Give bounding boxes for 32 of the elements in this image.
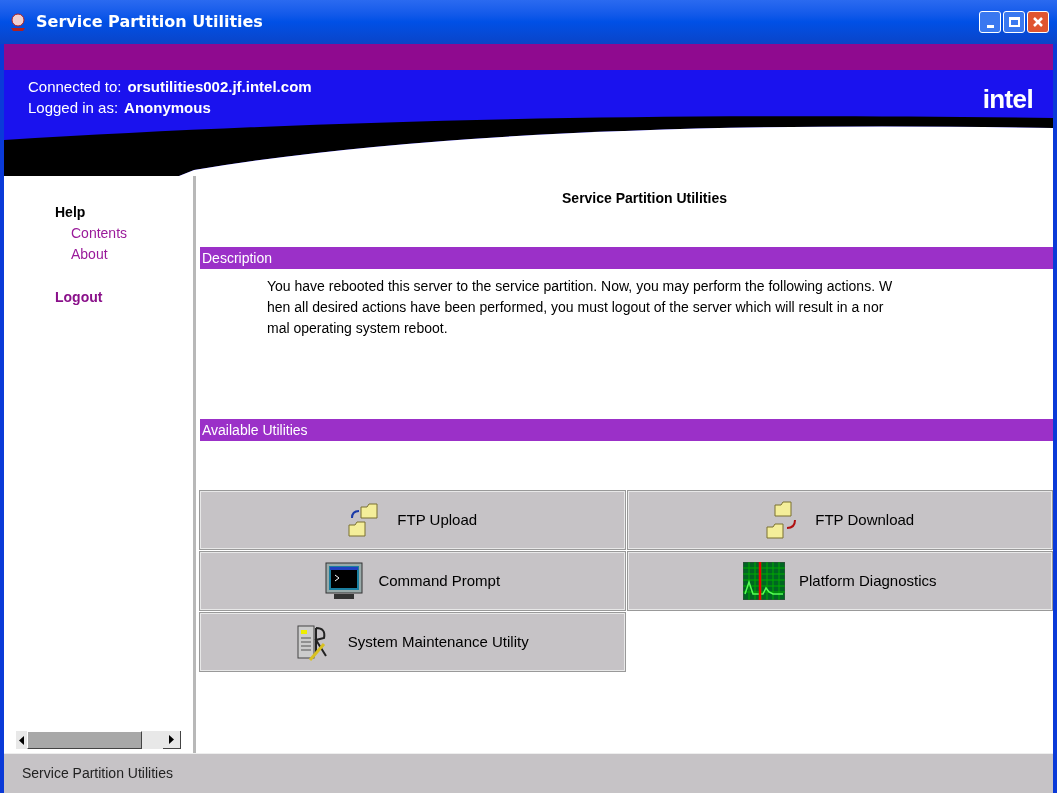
maximize-button[interactable] xyxy=(1003,11,1025,33)
utility-button[interactable]: Command Prompt xyxy=(200,552,625,610)
description-text: You have rebooted this server to the service partition. Now, you may perform the following actions. W hen all desired actions have been performed, you must logout of the server which will result in a nor mal operating system reboot. xyxy=(266,277,894,338)
scroll-right-button[interactable] xyxy=(163,731,181,749)
utility-button[interactable]: FTP Download xyxy=(627,491,1052,549)
section-header: Available Utilities xyxy=(200,419,1053,441)
close-button[interactable] xyxy=(1027,11,1049,33)
connected-host: orsutilities002.jf.intel.com xyxy=(127,77,312,97)
status-bar: Service Partition Utilities xyxy=(4,753,1053,793)
connected-label: Connected to: xyxy=(28,77,122,97)
section-header: Description xyxy=(200,247,1053,269)
logged-in-label: Logged in as: xyxy=(28,98,119,118)
page-title: Service Partition Utilities xyxy=(561,189,728,208)
monitor-icon xyxy=(324,561,365,601)
scroll-right-arrow-icon xyxy=(169,735,174,744)
logout-link[interactable]: Logout xyxy=(55,287,193,308)
scroll-left-arrow-icon[interactable] xyxy=(19,735,24,745)
sidebar-link[interactable]: Contents xyxy=(55,223,193,244)
app-icon xyxy=(8,12,28,32)
window-title: Service Partition Utilities xyxy=(36,11,263,33)
logged-in-user: Anonymous xyxy=(124,98,211,118)
sidebar-link[interactable]: About xyxy=(55,244,193,265)
sidebar-heading: Help xyxy=(55,203,87,222)
logo: intel xyxy=(982,83,1033,116)
close-icon xyxy=(1032,16,1044,28)
utility-button[interactable]: FTP Upload xyxy=(200,491,625,549)
scroll-thumb[interactable] xyxy=(27,731,142,749)
waveform-graph-icon xyxy=(742,562,785,600)
horizontal-scrollbar[interactable] xyxy=(16,731,181,749)
utility-button[interactable]: System Maintenance Utility xyxy=(200,613,625,671)
minimize-button[interactable] xyxy=(979,11,1001,33)
utility-button[interactable]: Platform Diagnostics xyxy=(627,552,1052,610)
